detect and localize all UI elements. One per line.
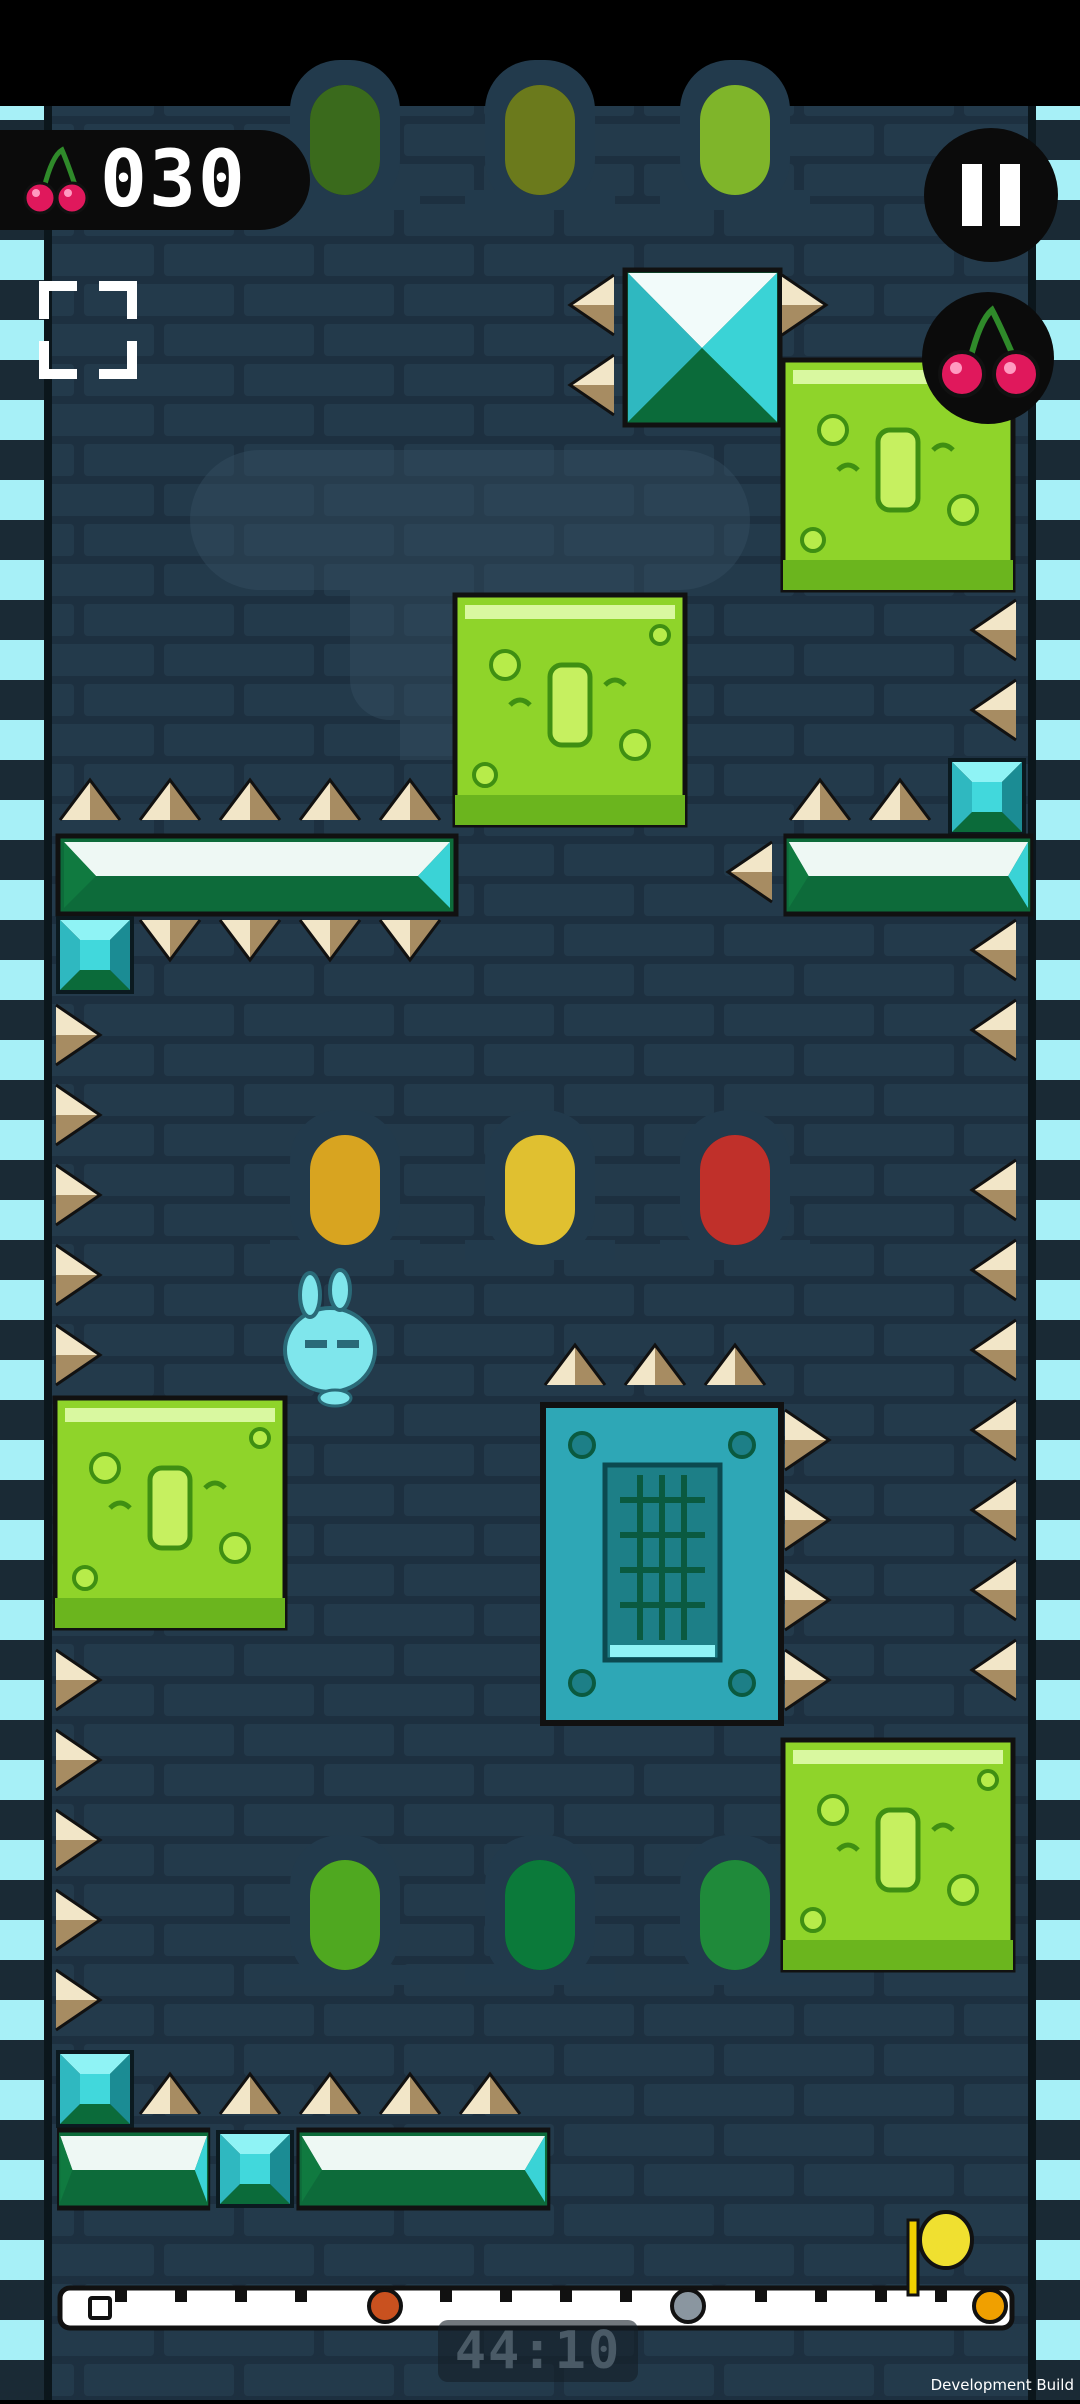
slime-block-bottom-right bbox=[783, 1740, 1013, 1970]
bonus-cherry-button[interactable] bbox=[920, 290, 1056, 426]
pause-icon bbox=[962, 164, 1020, 226]
fullscreen-button[interactable] bbox=[38, 280, 138, 380]
top-windows bbox=[270, 60, 810, 210]
build-label: Development Build bbox=[930, 2376, 1074, 2394]
cherry-icon bbox=[23, 146, 89, 215]
cherry-counter: 030 bbox=[0, 130, 310, 230]
slime-block-center bbox=[455, 595, 685, 825]
right-wall bbox=[1032, 106, 1080, 2400]
progress-marker bbox=[88, 2296, 113, 2320]
game-canvas bbox=[0, 0, 1080, 2400]
checkpoint-marker bbox=[670, 2288, 706, 2324]
game-stage: 030 44:10 Development Build bbox=[0, 0, 1080, 2400]
checkpoint-marker bbox=[972, 2288, 1008, 2324]
checkpoint-marker bbox=[367, 2288, 403, 2324]
slime-block-left bbox=[55, 1398, 285, 1628]
timer: 44:10 bbox=[454, 2321, 622, 2381]
left-wall bbox=[0, 106, 48, 2400]
timer-box: 44:10 bbox=[438, 2320, 638, 2382]
lower-windows bbox=[270, 1835, 810, 1985]
pause-button[interactable] bbox=[924, 128, 1058, 262]
fullscreen-icon bbox=[39, 281, 137, 379]
middle-windows bbox=[270, 1110, 810, 1260]
cherry-count: 030 bbox=[100, 135, 247, 225]
